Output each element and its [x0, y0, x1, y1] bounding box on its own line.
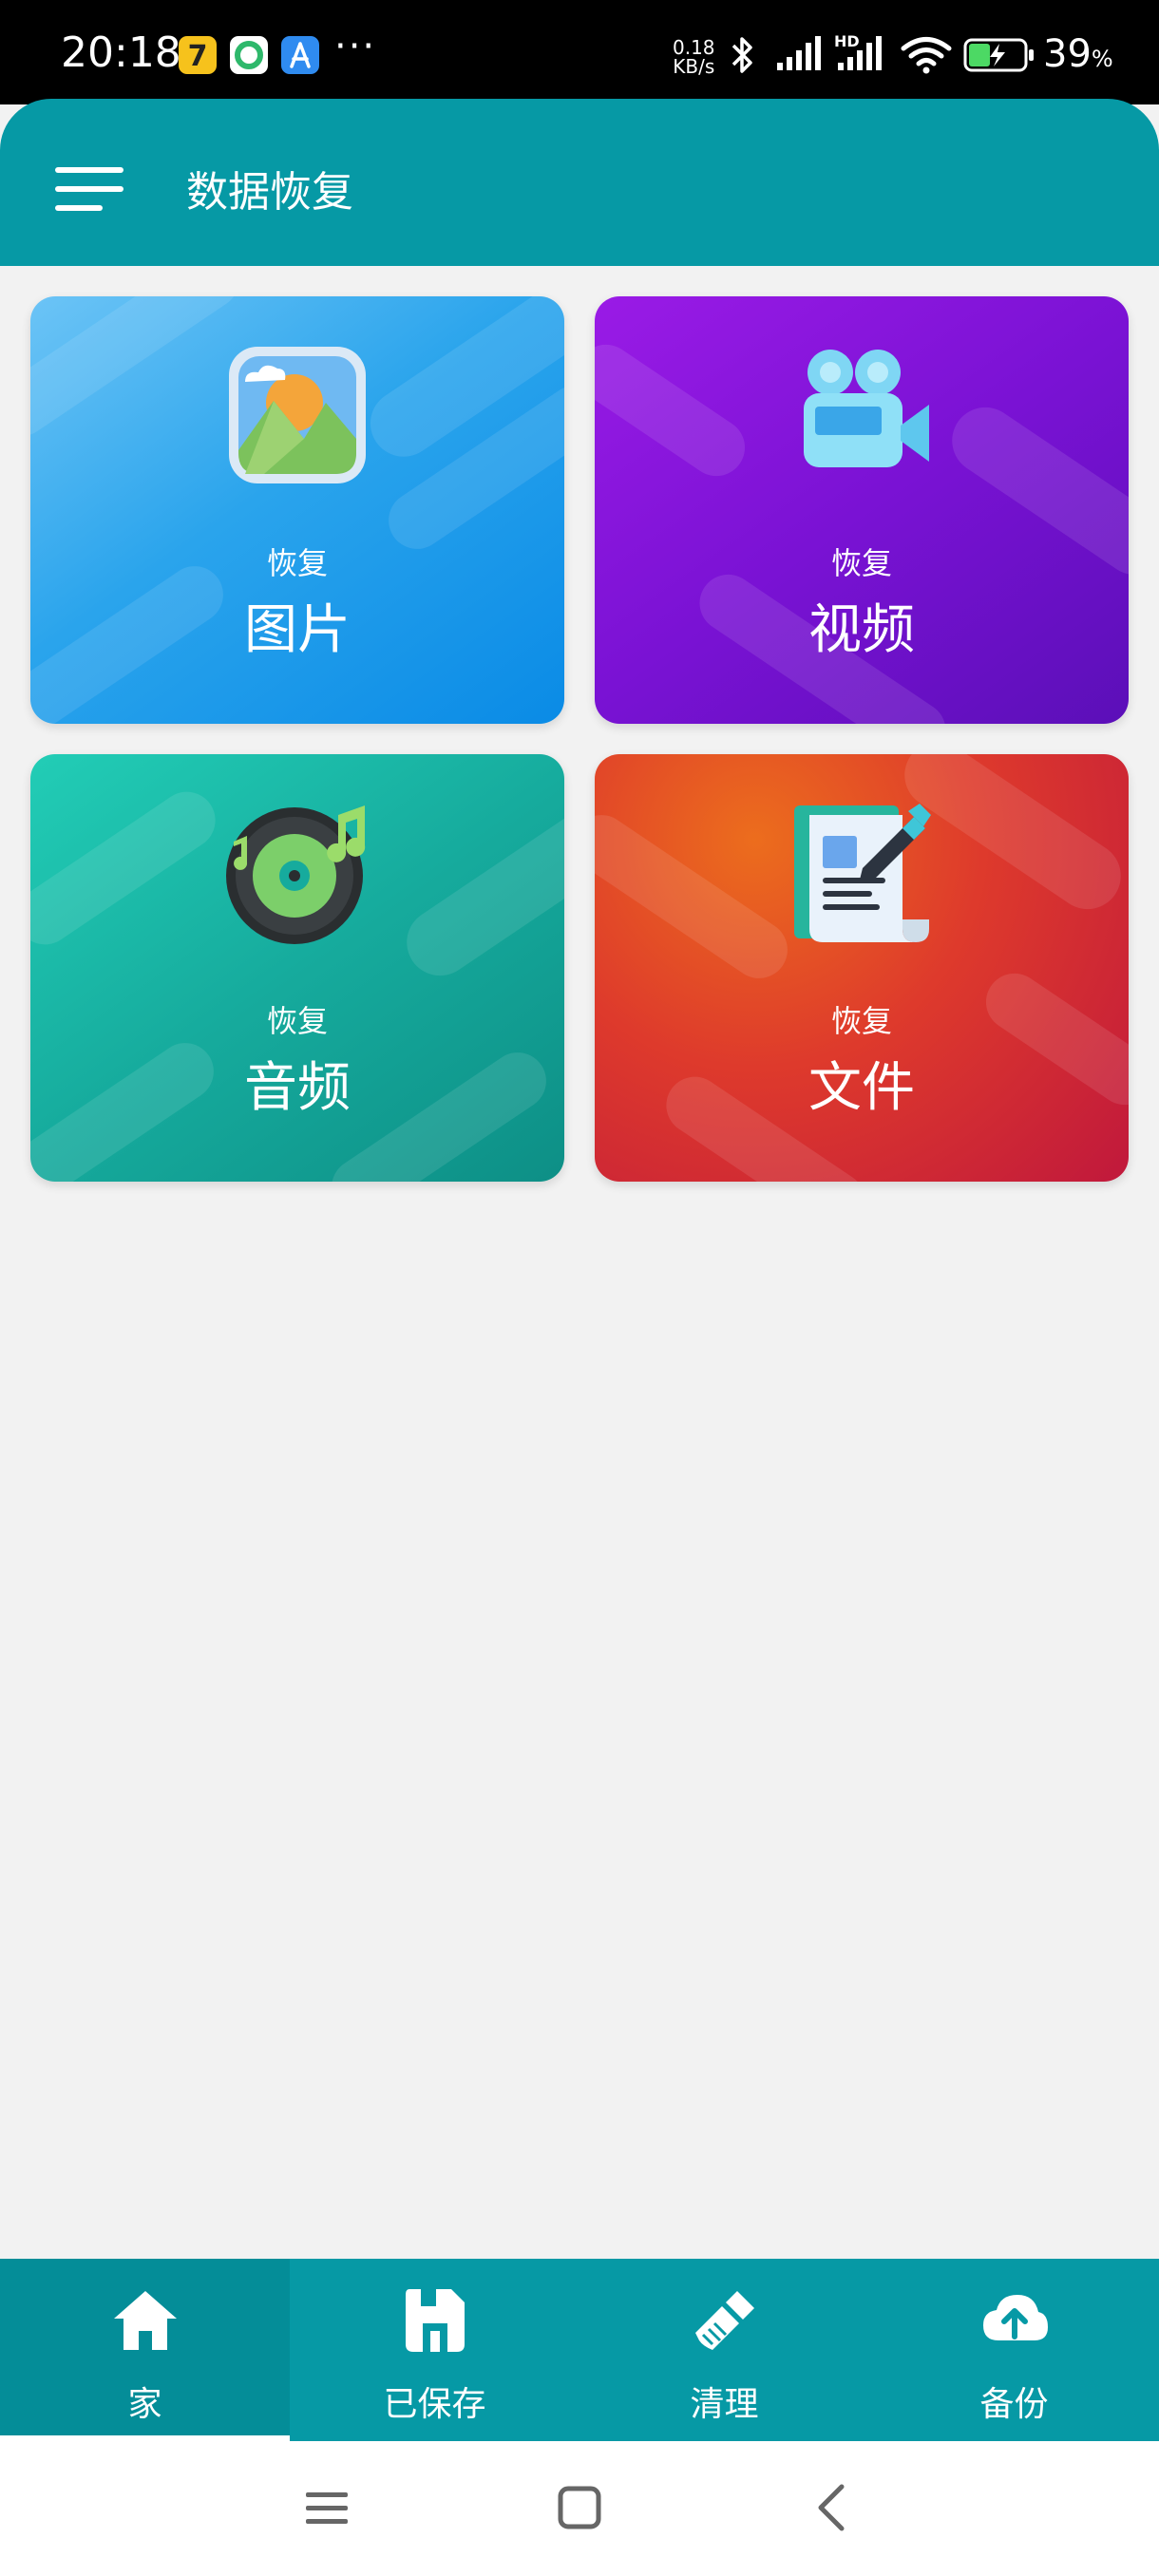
music-disc-icon — [226, 805, 366, 944]
more-notifications: ··· — [334, 25, 377, 68]
status-bar: 20:18 7 ··· 0.18 KB/s HD 39% — [0, 0, 1159, 104]
nav-backup[interactable]: 备份 — [869, 2259, 1159, 2441]
bottom-navigation: 家 已保存 清理 备份 — [0, 2259, 1159, 2441]
page-title: 数据恢复 — [186, 168, 353, 217]
signal-icon-1 — [777, 36, 821, 70]
card-title: 图片 — [244, 599, 351, 661]
battery-icon — [963, 38, 1034, 72]
recover-videos-card[interactable]: 恢复 视频 — [595, 296, 1129, 724]
nav-home[interactable]: 家 — [0, 2259, 290, 2441]
signal-icon-2 — [838, 36, 882, 70]
wifi-icon — [901, 37, 952, 74]
nav-label: 已保存 — [383, 2385, 486, 2424]
nav-saved[interactable]: 已保存 — [290, 2259, 580, 2441]
recover-pictures-card[interactable]: 恢复 图片 — [30, 296, 564, 724]
card-subtitle: 恢复 — [266, 1003, 328, 1039]
nav-label: 家 — [127, 2385, 162, 2424]
nav-label: 备份 — [979, 2385, 1049, 2424]
home-square-icon[interactable] — [551, 2479, 608, 2536]
menu-icon[interactable] — [298, 2479, 355, 2536]
hamburger-menu-icon[interactable] — [38, 152, 133, 228]
home-icon — [114, 2291, 177, 2350]
card-subtitle: 恢复 — [830, 545, 892, 581]
battery-percent: 39% — [1043, 32, 1113, 76]
nav-label: 清理 — [690, 2385, 759, 2424]
save-icon — [406, 2289, 465, 2352]
green-circle-app-icon — [230, 36, 268, 74]
app-7-icon: 7 — [179, 36, 217, 74]
card-subtitle: 恢复 — [830, 1003, 892, 1039]
status-time: 20:18 — [61, 28, 181, 77]
card-subtitle: 恢复 — [266, 545, 328, 581]
back-icon[interactable] — [804, 2479, 861, 2536]
app-store-icon — [281, 36, 319, 74]
video-camera-icon — [804, 350, 929, 467]
recover-audio-card[interactable]: 恢复 音频 — [30, 754, 564, 1182]
broom-icon — [695, 2291, 754, 2350]
card-title: 视频 — [808, 599, 915, 661]
picture-icon — [229, 347, 366, 483]
system-navigation-bar — [0, 2441, 1159, 2576]
recover-files-card[interactable]: 恢复 文件 — [595, 754, 1129, 1182]
document-icon — [794, 804, 931, 942]
svg-text:7: 7 — [188, 40, 208, 73]
network-speed: 0.18 KB/s — [673, 36, 715, 78]
cloud-upload-icon — [983, 2295, 1048, 2340]
card-title: 音频 — [244, 1057, 351, 1119]
app-bar: 数据恢复 — [0, 99, 1159, 266]
nav-clean[interactable]: 清理 — [580, 2259, 869, 2441]
bluetooth-icon — [732, 37, 752, 73]
card-title: 文件 — [808, 1057, 915, 1119]
